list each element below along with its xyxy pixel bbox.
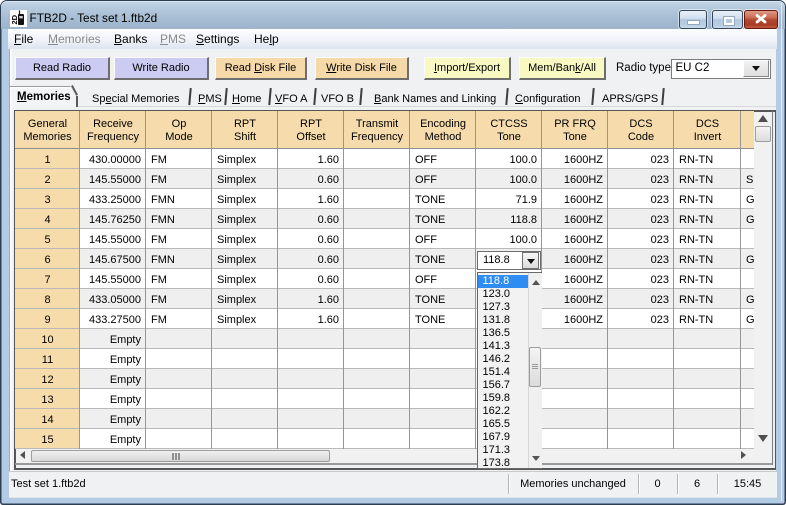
svg-text:2D: 2D: [10, 14, 19, 24]
